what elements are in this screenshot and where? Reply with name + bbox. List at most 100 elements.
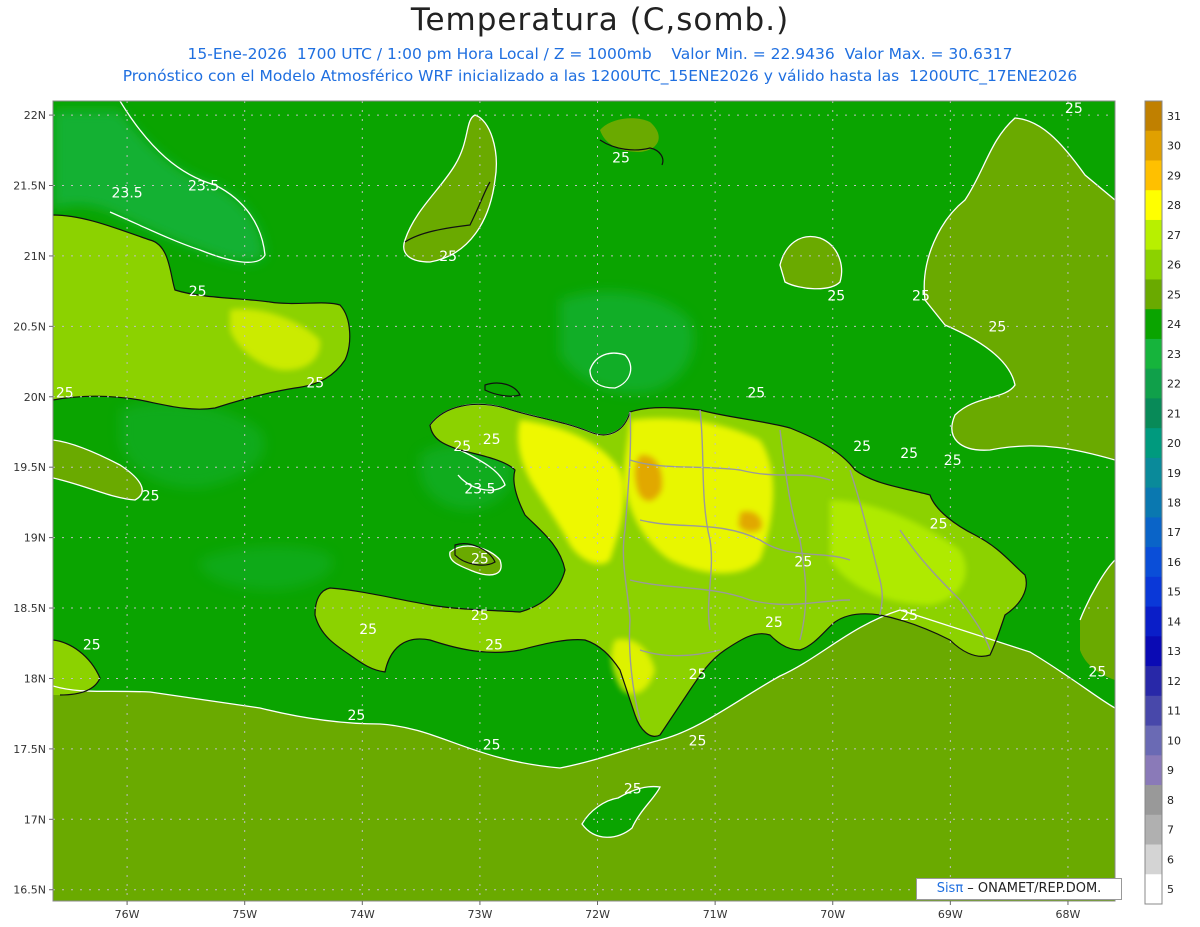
colorbar-swatch (1145, 130, 1162, 161)
contour-label: 25 (1065, 101, 1083, 117)
contour-label: 25 (612, 150, 630, 166)
colorbar-swatch (1145, 101, 1162, 132)
colorbar-label: 14 (1167, 615, 1181, 628)
contour-label: 25 (56, 386, 74, 402)
colorbar-label: 10 (1167, 734, 1181, 747)
lat-label: 16.5N (13, 884, 46, 897)
contour-label: 25 (853, 439, 871, 455)
lat-label: 19N (24, 532, 46, 545)
colorbar-label: 24 (1167, 318, 1181, 331)
colorbar-swatch (1145, 606, 1162, 637)
lat-label: 20N (24, 391, 46, 404)
colorbar-label: 18 (1167, 497, 1181, 510)
colorbar-swatch (1145, 428, 1162, 459)
lat-label: 17.5N (13, 743, 46, 756)
contour-label: 25 (483, 432, 501, 448)
contour-label: 25 (142, 488, 160, 504)
lon-label: 72W (585, 908, 610, 921)
contour-label: 25 (944, 453, 962, 469)
contour-label: 25 (306, 376, 324, 392)
colorbar-label: 11 (1167, 705, 1181, 718)
contour-label: 25 (471, 608, 489, 624)
colorbar-label: 5 (1167, 883, 1174, 896)
contour-label: 23.5 (112, 186, 143, 202)
contour-label: 25 (794, 555, 812, 571)
colorbar-label: 21 (1167, 407, 1181, 420)
lat-label: 18N (24, 672, 46, 685)
colorbar-swatch (1145, 755, 1162, 786)
colorbar-swatch (1145, 576, 1162, 608)
contour-label: 25 (471, 552, 489, 568)
colorbar-label: 28 (1167, 199, 1181, 212)
lon-label: 76W (115, 908, 140, 921)
colorbar-label: 29 (1167, 169, 1181, 182)
colorbar-swatch (1145, 487, 1162, 518)
colorbar-swatch (1145, 785, 1162, 816)
colorbar-label: 13 (1167, 645, 1181, 658)
colorbar-label: 12 (1167, 675, 1181, 688)
contour-label: 25 (1088, 664, 1106, 680)
lon-label: 70W (820, 908, 845, 921)
colorbar-label: 7 (1167, 824, 1174, 837)
temperature-map: 25 25 23.5 23.5 25 25 25 25 25 25 25 25 25 25 25 25 25 23… (13, 100, 1181, 921)
colorbar-swatch (1145, 517, 1162, 548)
credit-text: – ONAMET/REP.DOM. (963, 881, 1102, 896)
colorbar-swatch (1145, 874, 1162, 905)
contour-label: 23.5 (188, 179, 219, 195)
sispi-logo-text: Sisπ (936, 881, 964, 896)
colorbar-swatch (1145, 547, 1162, 578)
colorbar-label: 8 (1167, 794, 1174, 807)
lat-label: 17N (24, 813, 46, 826)
contour-label: 25 (83, 638, 101, 654)
contour-label: 25 (912, 288, 930, 304)
colorbar-swatch (1145, 309, 1162, 340)
colorbar-swatch (1145, 338, 1162, 370)
colorbar-swatch (1145, 368, 1162, 399)
colorbar-swatch (1145, 695, 1162, 727)
colorbar-label: 9 (1167, 764, 1174, 777)
colorbar-swatch (1145, 398, 1162, 429)
colorbar-label: 6 (1167, 853, 1174, 866)
contour-label: 25 (453, 439, 471, 455)
colorbar-swatch (1145, 725, 1162, 756)
contour-label: 25 (988, 319, 1006, 335)
contour-label: 25 (189, 284, 207, 300)
contour-label: 25 (689, 733, 707, 749)
colorbar-label: 30 (1167, 140, 1181, 153)
colorbar-label: 26 (1167, 259, 1181, 272)
colorbar-label: 19 (1167, 467, 1181, 480)
lon-label: 75W (232, 908, 257, 921)
colorbar-swatch (1145, 279, 1162, 310)
colorbar-label: 20 (1167, 437, 1181, 450)
colorbar-swatch (1145, 636, 1162, 667)
colorbar-swatch (1145, 814, 1162, 846)
contour-label: 25 (827, 288, 845, 304)
credit-box: Sisπ – ONAMET/REP.DOM. (916, 878, 1122, 900)
contour-label: 25 (439, 249, 457, 265)
colorbar-swatch (1145, 249, 1162, 280)
contour-label: 25 (689, 667, 707, 683)
colorbar-swatch (1145, 160, 1162, 191)
lon-label: 73W (467, 908, 492, 921)
colorbar-label: 16 (1167, 556, 1181, 569)
colorbar-swatch (1145, 190, 1162, 221)
colorbar-label: 17 (1167, 526, 1181, 539)
lat-label: 18.5N (13, 602, 46, 615)
colorbar-label: 25 (1167, 288, 1181, 301)
lon-label: 74W (350, 908, 375, 921)
contour-label: 25 (485, 638, 503, 654)
lat-label: 21.5N (13, 180, 46, 193)
colorbar-swatch (1145, 666, 1162, 697)
colorbar-label: 27 (1167, 229, 1181, 242)
contour-label: 23.5 (464, 481, 495, 497)
contour-label: 25 (765, 615, 783, 631)
lat-label: 19.5N (13, 461, 46, 474)
contour-label: 25 (930, 517, 948, 533)
lon-label: 69W (938, 908, 963, 921)
lon-label: 68W (1056, 908, 1081, 921)
lat-label: 20.5N (13, 320, 46, 333)
colorbar-label: 22 (1167, 378, 1181, 391)
colorbar-swatch (1145, 219, 1162, 251)
contour-label: 25 (359, 622, 377, 638)
contour-label: 25 (900, 446, 918, 462)
